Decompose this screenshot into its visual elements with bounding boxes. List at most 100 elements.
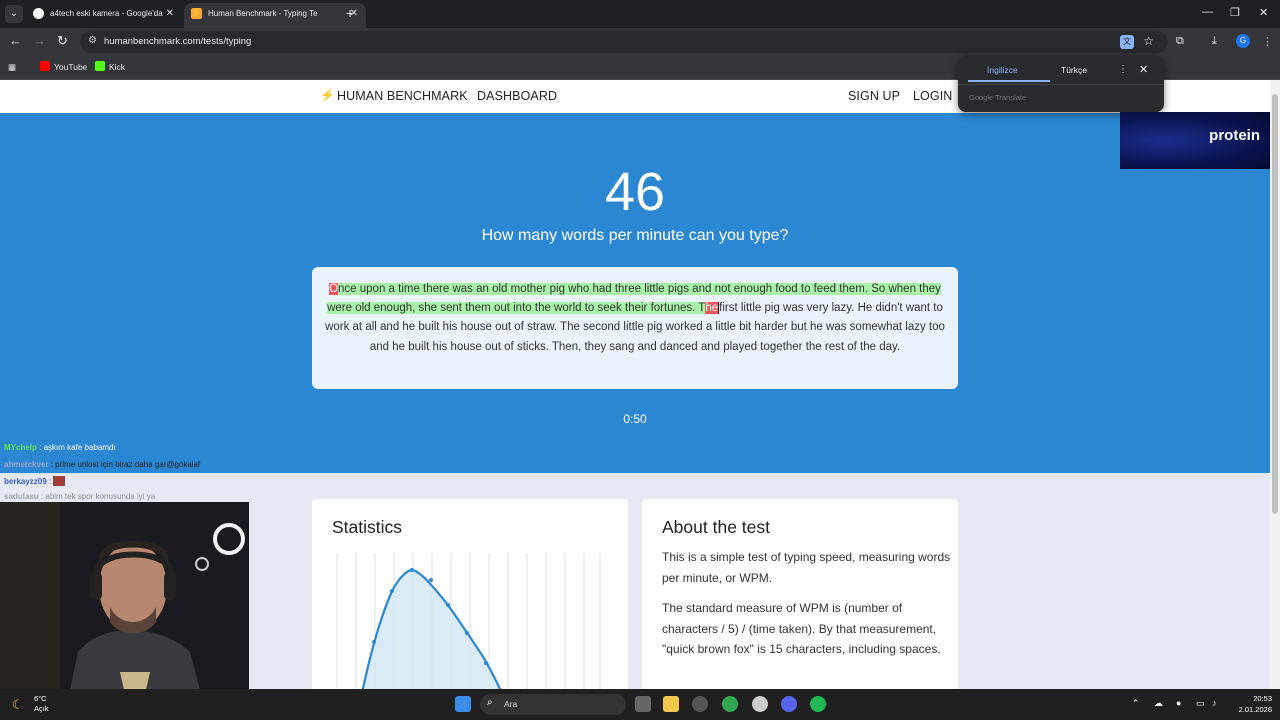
chat-username: sadulasu	[4, 492, 39, 501]
bookmark-youtube[interactable]: YouTube	[40, 61, 87, 73]
file-explorer-icon[interactable]	[663, 696, 679, 712]
system-clock[interactable]: 20:53 2.01.2026	[1228, 693, 1272, 715]
distribution-point	[484, 661, 488, 665]
apps-grid-icon[interactable]: ▦	[8, 61, 16, 73]
target-language-tab[interactable]: Türkçe	[1061, 65, 1087, 75]
human-benchmark-favicon-icon: ⚡	[191, 8, 202, 19]
active-tab-underline	[968, 80, 1050, 82]
windows-taskbar: ☾ 6°C Açık ⌕ Ara ⌃ ☁ ● ▭ ♪ 20:53 2.01.20…	[0, 689, 1280, 720]
distribution-point	[446, 603, 450, 607]
chat-message: ahmetckver : prime unlost için biraz dah…	[4, 460, 200, 469]
menu-icon[interactable]: ⋮	[1262, 35, 1273, 48]
start-menu-icon[interactable]	[455, 696, 471, 712]
close-icon[interactable]: ✕	[166, 3, 174, 25]
nav-dashboard-link[interactable]: DASHBOARD	[477, 89, 557, 103]
nav-home-link[interactable]: HUMAN BENCHMARK	[337, 89, 468, 103]
translate-icon[interactable]: 文	[1120, 35, 1134, 49]
tray-overflow-icon[interactable]: ⌃	[1132, 698, 1140, 709]
moon-weather-icon[interactable]: ☾	[12, 697, 24, 713]
streamer-webcam-image	[0, 502, 249, 690]
typing-text-box[interactable]: Once upon a time there was an old mother…	[312, 267, 958, 389]
distribution-point	[410, 568, 414, 572]
download-icon[interactable]: ⤓	[1212, 35, 1217, 48]
new-tab-button[interactable]: +	[346, 5, 354, 21]
microphone-icon[interactable]: ●	[1176, 698, 1181, 708]
distribution-point	[465, 631, 469, 635]
ad-brand-text: protein	[1209, 127, 1260, 144]
chat-text: : prime unlost için biraz daha gar@gokal…	[50, 460, 201, 469]
tab-title: Human Benchmark - Typing Te	[208, 9, 318, 18]
tab-strip: ⌄ a4tech eski kamera - Google'da ✕ ⚡ Hum…	[0, 0, 1280, 28]
chat-text: : abim tek spor konusunda iyi ya	[40, 492, 156, 501]
address-bar[interactable]: ⚙ humanbenchmark.com/tests/typing 文 ☆	[80, 31, 1168, 53]
typed-error-char: O	[329, 283, 339, 295]
profile-avatar[interactable]: G	[1236, 34, 1250, 48]
chrome-icon[interactable]	[722, 696, 738, 712]
spotify-icon[interactable]	[810, 696, 826, 712]
chat-message: MYchelp : aşkım kafe babamdı	[4, 443, 116, 452]
typed-error-chars: he	[705, 302, 719, 315]
wpm-distribution-chart	[336, 553, 601, 689]
about-card: About the test This is a simple test of …	[642, 499, 958, 689]
about-paragraph-1: This is a simple test of typing speed, m…	[662, 550, 951, 585]
youtube-icon	[40, 61, 50, 71]
search-icon: ⌕	[487, 697, 493, 708]
reload-icon[interactable]: ↻	[57, 34, 68, 48]
tab-search-button[interactable]: ⌄	[5, 5, 23, 23]
nav-signup-link[interactable]: SIGN UP	[848, 89, 900, 103]
test-question: How many words per minute can you type?	[481, 227, 789, 244]
bookmark-star-icon[interactable]: ☆	[1143, 34, 1154, 48]
url-text: humanbenchmark.com/tests/typing	[104, 36, 252, 47]
translate-popup: İngilizce Türkçe ⋮ ✕ Google Translate	[958, 56, 1164, 112]
forward-icon[interactable]: →	[33, 34, 46, 48]
volume-icon[interactable]: ♪	[1212, 698, 1217, 708]
divider	[958, 84, 1164, 85]
test-hero: 46 How many words per minute can you typ…	[0, 113, 1270, 473]
scrollbar-thumb[interactable]	[1272, 94, 1278, 514]
weather-widget[interactable]: 6°C Açık	[34, 694, 49, 714]
statistics-card: Statistics	[312, 499, 628, 689]
tab-google-search[interactable]: a4tech eski kamera - Google'da ✕	[26, 3, 182, 28]
chat-message: sadulasu : abim tek spor konusunda iyi y…	[4, 492, 155, 501]
page-scrollbar[interactable]	[1270, 80, 1280, 689]
chatgpt-icon[interactable]	[752, 696, 768, 712]
tab-human-benchmark[interactable]: ⚡ Human Benchmark - Typing Te ✕	[184, 3, 366, 28]
lightning-bolt-icon: ⚡	[320, 88, 335, 102]
bookmark-kick[interactable]: Kick	[95, 61, 125, 73]
search-label: Ara	[504, 699, 518, 709]
chat-message: berkayzz09 :	[4, 476, 66, 486]
distribution-point	[429, 578, 433, 582]
more-options-icon[interactable]: ⋮	[1118, 64, 1128, 75]
tab-title: a4tech eski kamera - Google'da	[50, 9, 163, 18]
kick-icon	[95, 61, 105, 71]
discord-icon[interactable]	[781, 696, 797, 712]
nav-login-link[interactable]: LOGIN	[913, 89, 952, 103]
window-close-button[interactable]: ✕	[1259, 6, 1268, 19]
taskbar-search[interactable]: ⌕ Ara	[480, 694, 626, 715]
distribution-point	[390, 589, 394, 593]
countdown-timer: 0:50	[623, 412, 647, 426]
chat-username: ahmetckver	[4, 460, 49, 469]
network-icon[interactable]: ▭	[1196, 698, 1205, 709]
task-view-icon[interactable]	[635, 696, 651, 712]
statistics-heading: Statistics	[332, 517, 403, 537]
screen: ⌄ a4tech eski kamera - Google'da ✕ ⚡ Hum…	[0, 0, 1280, 720]
close-icon[interactable]: ✕	[1139, 63, 1148, 76]
onedrive-icon[interactable]: ☁	[1154, 698, 1163, 709]
emote-icon	[53, 476, 66, 486]
site-info-icon[interactable]: ⚙	[88, 35, 97, 46]
back-icon[interactable]: ←	[9, 34, 22, 48]
chat-text: : aşkım kafe babamdı	[39, 443, 116, 452]
chat-text: :	[48, 477, 52, 486]
browser-toolbar: ← → ↻ ⚙ humanbenchmark.com/tests/typing …	[0, 28, 1280, 56]
about-heading: About the test	[662, 517, 770, 537]
minimize-button[interactable]: —	[1202, 6, 1213, 18]
overlay-ad-banner: protein	[1120, 112, 1270, 169]
source-language-tab[interactable]: İngilizce	[987, 65, 1018, 75]
app-icon[interactable]	[692, 696, 708, 712]
maximize-button[interactable]: ❐	[1230, 6, 1240, 19]
extensions-icon[interactable]: ⧉	[1176, 35, 1184, 48]
distribution-point	[372, 640, 376, 644]
wpm-score: 46	[604, 162, 666, 222]
chat-username: berkayzz09	[4, 477, 47, 486]
